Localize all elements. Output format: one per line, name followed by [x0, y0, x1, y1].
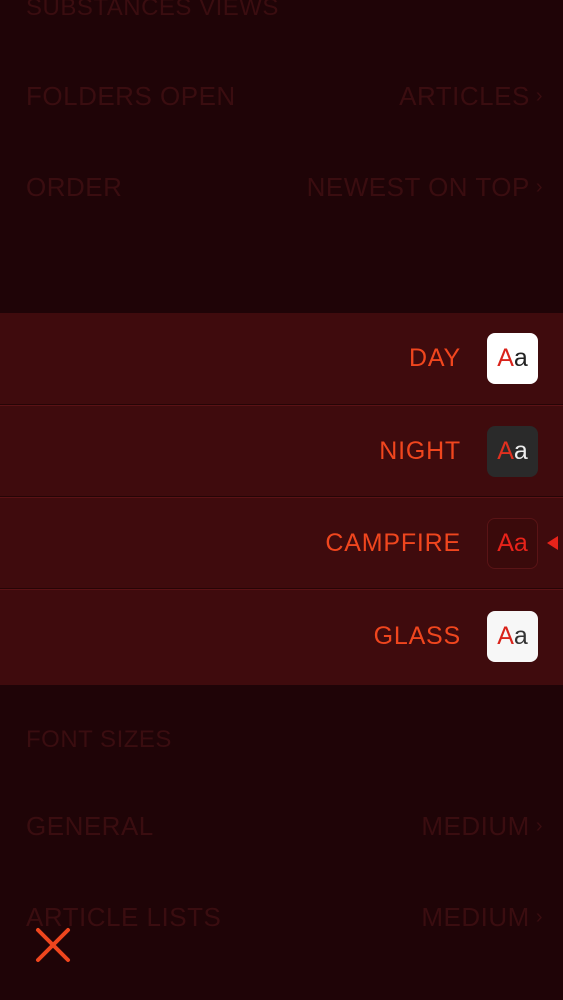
theme-swatch-night: Aa — [487, 425, 538, 477]
setting-value: NEWEST ON TOP — [306, 171, 530, 202]
settings-screen: SUBSTANCES VIEWS FOLDERS OPEN ARTICLES ›… — [0, 0, 563, 1000]
theme-swatch-campfire: Aa — [487, 517, 538, 569]
chevron-right-icon: › — [535, 175, 543, 198]
chevron-right-icon: › — [535, 814, 543, 837]
setting-value: MEDIUM — [421, 810, 530, 841]
close-icon — [36, 928, 70, 962]
selected-indicator-icon — [547, 536, 558, 550]
swatch-text: a — [513, 528, 528, 557]
swatch-text: A — [497, 436, 514, 465]
theme-option-label: CAMPFIRE — [325, 528, 461, 557]
setting-label: FOLDERS OPEN — [26, 80, 236, 111]
setting-value: MEDIUM — [421, 901, 530, 932]
chevron-right-icon: › — [535, 905, 543, 928]
setting-value: ARTICLES — [399, 80, 530, 111]
setting-row-folders-open[interactable]: FOLDERS OPEN ARTICLES › — [0, 66, 563, 126]
chevron-right-icon: › — [535, 84, 543, 107]
swatch-text: a — [513, 344, 528, 372]
theme-option-label: DAY — [409, 344, 461, 372]
theme-option-night[interactable]: NIGHT Aa — [0, 405, 563, 497]
setting-row-order[interactable]: ORDER NEWEST ON TOP › — [0, 157, 563, 217]
theme-option-glass[interactable]: GLASS Aa — [0, 589, 563, 682]
section-heading-views: SUBSTANCES VIEWS — [26, 0, 279, 21]
swatch-text: a — [513, 621, 528, 650]
setting-value-group: MEDIUM › — [421, 902, 543, 933]
setting-row-general[interactable]: GENERAL MEDIUM › — [0, 796, 563, 856]
setting-value-group: MEDIUM › — [421, 811, 543, 842]
section-heading-font-sizes: FONT SIZES — [26, 726, 172, 753]
swatch-text: A — [497, 621, 514, 650]
theme-swatch-glass: Aa — [487, 610, 538, 662]
setting-row-article-lists[interactable]: ARTICLE LISTS MEDIUM › — [0, 887, 563, 947]
setting-label: GENERAL — [26, 810, 154, 841]
swatch-text: A — [497, 528, 514, 557]
setting-value-group: ARTICLES › — [399, 81, 543, 112]
theme-option-campfire[interactable]: CAMPFIRE Aa — [0, 497, 563, 589]
setting-value-group: NEWEST ON TOP › — [307, 172, 543, 203]
theme-swatch-day: Aa — [487, 333, 538, 384]
swatch-text: A — [497, 344, 514, 372]
close-button[interactable] — [34, 926, 72, 964]
setting-label: ORDER — [26, 171, 123, 202]
theme-option-label: NIGHT — [379, 436, 461, 465]
swatch-text: a — [513, 436, 528, 465]
theme-option-day[interactable]: DAY Aa — [0, 313, 563, 405]
theme-option-label: GLASS — [373, 621, 461, 650]
theme-picker-menu: DAY Aa NIGHT Aa CAMPFIRE Aa GLASS Aa — [0, 313, 563, 685]
